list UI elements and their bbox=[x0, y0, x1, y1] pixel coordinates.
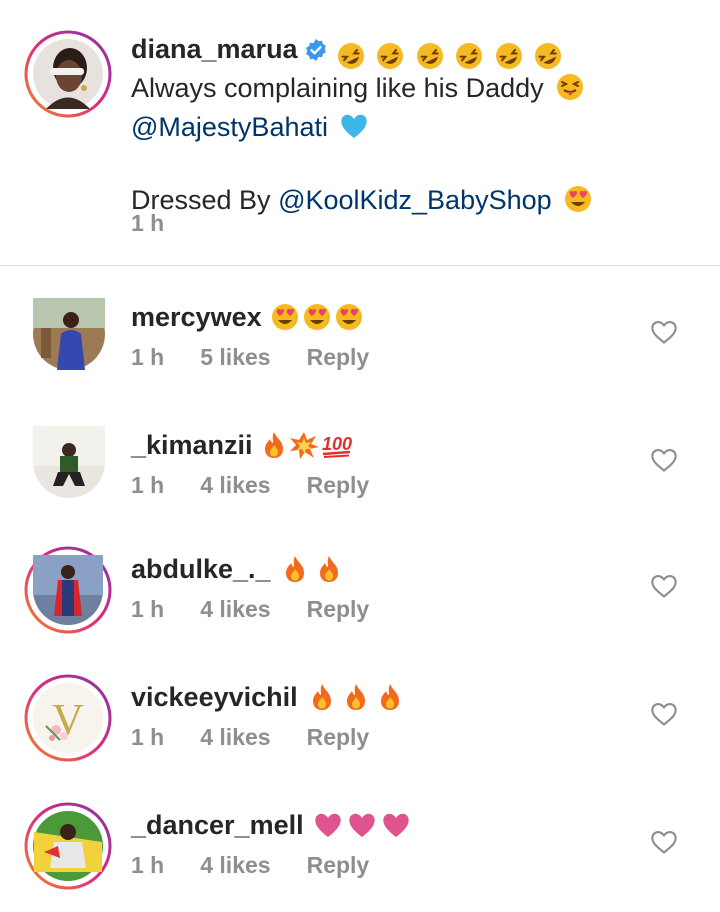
caption-username[interactable]: diana_marua bbox=[131, 34, 298, 64]
comment-timestamp: 1 h bbox=[131, 344, 165, 370]
collision-emoji bbox=[290, 432, 320, 459]
heart-outline-icon[interactable] bbox=[650, 446, 678, 474]
comment-item: _kimanzii 100 1 h 4 likes Reply bbox=[0, 426, 720, 536]
comment-meta: 1 h 4 likes Reply bbox=[131, 852, 405, 879]
caption-timestamp: 1 h bbox=[131, 210, 165, 236]
comment-text: abdulke_._ bbox=[131, 552, 346, 592]
comment-meta: 1 h 4 likes Reply bbox=[131, 724, 405, 751]
reply-button[interactable]: Reply bbox=[307, 724, 370, 750]
rolling-laughing-emoji bbox=[416, 42, 443, 69]
reply-button[interactable]: Reply bbox=[307, 596, 370, 622]
verified-badge-icon bbox=[304, 36, 328, 70]
comment-timestamp: 1 h bbox=[131, 472, 165, 498]
comment-likes-count[interactable]: 5 likes bbox=[200, 344, 270, 370]
rolling-laughing-emoji bbox=[377, 42, 404, 69]
heart-eyes-emoji-group bbox=[269, 302, 365, 340]
comment-meta: 1 h 5 likes Reply bbox=[131, 344, 405, 371]
caption-line-1: Always complaining like his Daddy bbox=[131, 73, 544, 103]
comment-avatar[interactable]: V bbox=[24, 674, 112, 762]
pink-heart-emoji-group bbox=[311, 810, 413, 848]
comment-timestamp: 1 h bbox=[131, 724, 165, 750]
comment-timestamp: 1 h bbox=[131, 852, 165, 878]
hundred-points-emoji: 100 bbox=[322, 434, 352, 458]
fire-emoji bbox=[265, 432, 284, 458]
comment-username[interactable]: abdulke_._ bbox=[131, 554, 271, 584]
comment-likes-count[interactable]: 4 likes bbox=[200, 852, 270, 878]
rolling-laughing-emoji-group bbox=[336, 37, 566, 71]
comment-likes-count[interactable]: 4 likes bbox=[200, 724, 270, 750]
reply-button[interactable]: Reply bbox=[307, 472, 370, 498]
comment-username[interactable]: vickeeyvichil bbox=[131, 682, 298, 712]
comment-text: _dancer_mell bbox=[131, 808, 413, 848]
comment-timestamp: 1 h bbox=[131, 596, 165, 622]
comment-username[interactable]: _kimanzii bbox=[131, 430, 253, 460]
heart-outline-icon[interactable] bbox=[650, 318, 678, 346]
comment-meta: 1 h 4 likes Reply bbox=[131, 472, 405, 499]
comment-text: _kimanzii 100 bbox=[131, 428, 354, 468]
rolling-laughing-emoji bbox=[337, 42, 364, 69]
heart-eyes-emoji bbox=[563, 184, 593, 222]
comment-avatar[interactable] bbox=[33, 426, 105, 498]
fire-emoji-group bbox=[305, 682, 407, 720]
comment-username[interactable]: mercywex bbox=[131, 302, 262, 332]
comment-meta: 1 h 4 likes Reply bbox=[131, 596, 405, 623]
comment-likes-count[interactable]: 4 likes bbox=[200, 596, 270, 622]
heart-outline-icon[interactable] bbox=[650, 572, 678, 600]
comment-text: mercywex bbox=[131, 300, 365, 340]
caption-divider bbox=[0, 265, 720, 266]
caption-mention-koolkidz[interactable]: @KoolKidz_BabyShop bbox=[278, 185, 552, 215]
fire-collision-100-emoji-group: 100 bbox=[260, 430, 354, 468]
comment-avatar[interactable] bbox=[24, 802, 112, 890]
rolling-laughing-emoji bbox=[535, 42, 562, 69]
post-caption: diana_marua Always complaining like his … bbox=[0, 0, 720, 266]
heart-outline-icon[interactable] bbox=[650, 828, 678, 856]
comment-username[interactable]: _dancer_mell bbox=[131, 810, 304, 840]
rolling-laughing-emoji bbox=[456, 42, 483, 69]
blue-heart-emoji bbox=[338, 111, 370, 149]
comment-avatar[interactable] bbox=[24, 546, 112, 634]
caption-author-avatar[interactable] bbox=[24, 30, 112, 118]
caption-mention-majestybahati[interactable]: @MajestyBahati bbox=[131, 112, 328, 142]
heart-outline-icon[interactable] bbox=[650, 700, 678, 728]
rolling-laughing-emoji bbox=[495, 42, 522, 69]
reply-button[interactable]: Reply bbox=[307, 852, 370, 878]
comment-text: vickeeyvichil bbox=[131, 680, 407, 720]
comment-avatar[interactable] bbox=[33, 298, 105, 370]
comment-item: _dancer_mell 1 h 4 likes Reply bbox=[0, 802, 720, 912]
comment-item: abdulke_._ 1 h 4 likes Reply bbox=[0, 546, 720, 656]
squinting-tongue-emoji bbox=[555, 72, 585, 110]
comment-item: V vickeeyvichil 1 h 4 likes Reply bbox=[0, 674, 720, 784]
comment-likes-count[interactable]: 4 likes bbox=[200, 472, 270, 498]
caption-text: diana_marua Always complaining like his … bbox=[131, 32, 691, 222]
comment-item: mercywex 1 h 5 likes Reply bbox=[0, 298, 720, 408]
fire-emoji-group bbox=[278, 554, 346, 592]
reply-button[interactable]: Reply bbox=[307, 344, 370, 370]
